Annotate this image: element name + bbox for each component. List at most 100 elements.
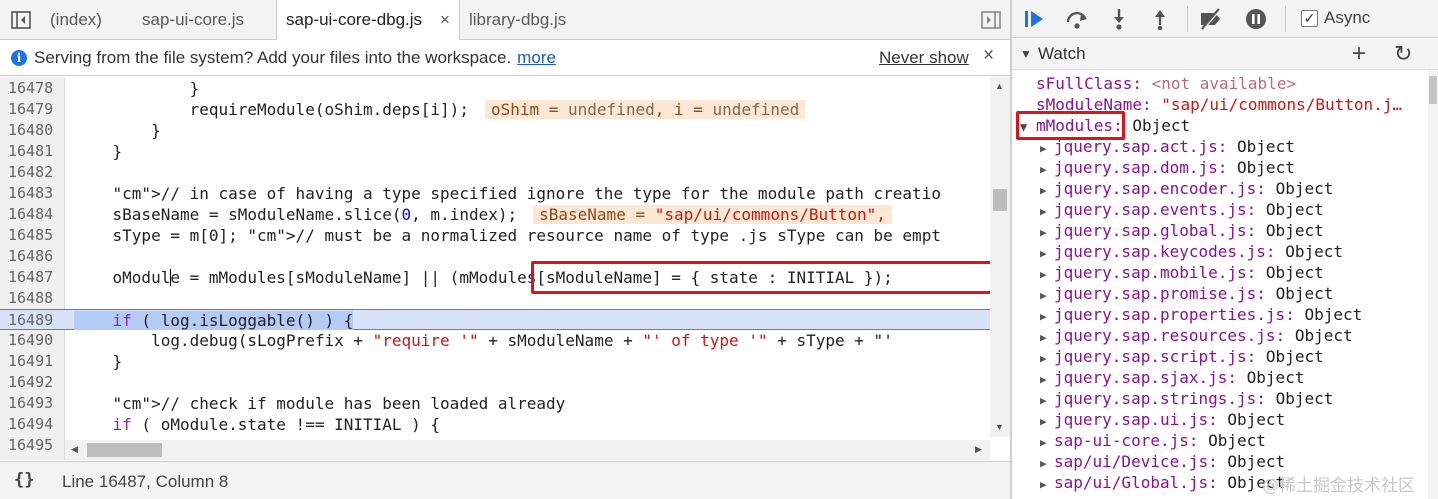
line-number[interactable]: 16486	[8, 246, 62, 267]
watch-scrollbar[interactable]	[1428, 70, 1438, 499]
watch-child[interactable]: ▶ sap/ui/Global.js: Object	[1040, 472, 1285, 493]
close-infobar-icon[interactable]: ×	[983, 45, 994, 67]
pretty-print-icon[interactable]: {}	[14, 470, 34, 490]
code-line[interactable]: 16483 "cm">// in case of having a type s…	[0, 183, 990, 204]
watch-child[interactable]: ▶ jquery.sap.properties.js: Object	[1040, 304, 1362, 325]
code-line[interactable]: 16485 sType = m[0]; "cm">// must be a no…	[0, 225, 990, 246]
expand-triangle-icon[interactable]: ▶	[1040, 285, 1054, 306]
expand-triangle-icon[interactable]: ▶	[1040, 453, 1054, 474]
expand-triangle-icon[interactable]: ▶	[1040, 432, 1054, 453]
expand-triangle-icon[interactable]: ▶	[1040, 306, 1054, 327]
never-show-link[interactable]: Never show	[879, 48, 969, 68]
code-line[interactable]: 16481 }	[0, 141, 990, 162]
line-number[interactable]: 16487	[8, 267, 62, 288]
code-line[interactable]: 16489 if ( log.isLoggable() ) {	[0, 309, 990, 330]
scroll-left-icon[interactable]: ◀	[71, 444, 78, 455]
toggle-navigator-icon[interactable]	[10, 9, 32, 31]
scroll-up-icon[interactable]: ▲	[995, 81, 1004, 91]
code-line[interactable]: 16484 sBaseName = sModuleName.slice(0, m…	[0, 204, 990, 225]
scroll-down-icon[interactable]: ▼	[995, 422, 1004, 432]
expand-triangle-icon[interactable]: ▶	[1040, 474, 1054, 495]
tab-library-dbg[interactable]: library-dbg.js	[469, 0, 566, 40]
watch-child[interactable]: ▶ jquery.sap.keycodes.js: Object	[1040, 241, 1343, 262]
editor-horizontal-scrollbar[interactable]: ◀ ▶	[65, 440, 990, 460]
pause-on-exceptions-icon[interactable]	[1243, 7, 1269, 31]
line-number[interactable]: 16480	[8, 120, 62, 141]
tab-sap-ui-core-dbg[interactable]: sap-ui-core-dbg.js ×	[276, 0, 460, 41]
editor-vertical-scrollbar[interactable]: ▲ ▼	[990, 77, 1010, 437]
line-number[interactable]: 16493	[8, 393, 62, 414]
line-number[interactable]: 16484	[8, 204, 62, 225]
watch-entry[interactable]: sFullClass: <not available>	[1036, 73, 1296, 94]
scroll-right-icon[interactable]: ▶	[975, 444, 982, 455]
code-line[interactable]: 16490 log.debug(sLogPrefix + "require '"…	[0, 330, 990, 351]
line-number[interactable]: 16482	[8, 162, 62, 183]
watch-child[interactable]: ▶ jquery.sap.act.js: Object	[1040, 136, 1295, 157]
watch-child[interactable]: ▶ sap/ui/Device.js: Object	[1040, 451, 1285, 472]
code-line[interactable]: 16487 oModule = mModules[sModuleName] ||…	[0, 261, 994, 294]
tab-sap-ui-core[interactable]: sap-ui-core.js	[142, 0, 244, 40]
expand-triangle-icon[interactable]: ▶	[1040, 180, 1054, 201]
line-number[interactable]: 16483	[8, 183, 62, 204]
more-link[interactable]: more	[517, 48, 556, 67]
code-line[interactable]: 16482	[0, 162, 990, 183]
watch-child[interactable]: ▶ jquery.sap.encoder.js: Object	[1040, 178, 1333, 199]
code-line[interactable]: 16480 }	[0, 120, 990, 141]
expand-triangle-icon[interactable]: ▶	[1040, 222, 1054, 243]
scroll-thumb-horizontal[interactable]	[87, 443, 162, 457]
watch-child[interactable]: ▶ jquery.sap.mobile.js: Object	[1040, 262, 1324, 283]
collapse-watch-icon[interactable]: ▼	[1020, 47, 1032, 61]
line-number[interactable]: 16479	[8, 99, 62, 120]
async-checkbox[interactable]: ✓	[1301, 10, 1318, 27]
resume-icon[interactable]	[1022, 7, 1048, 31]
expand-triangle-icon[interactable]: ▶	[1040, 264, 1054, 285]
line-number[interactable]: 16492	[8, 372, 62, 393]
deactivate-breakpoints-icon[interactable]	[1198, 7, 1224, 31]
line-number[interactable]: 16495	[8, 435, 62, 456]
watch-child[interactable]: ▶ jquery.sap.dom.js: Object	[1040, 157, 1295, 178]
line-number[interactable]: 16490	[8, 330, 62, 351]
watch-child[interactable]: ▶ jquery.sap.resources.js: Object	[1040, 325, 1353, 346]
watch-child[interactable]: ▶ sap-ui-core.js: Object	[1040, 430, 1266, 451]
expand-triangle-icon[interactable]: ▶	[1040, 327, 1054, 348]
refresh-watch-icon[interactable]: ↻	[1394, 41, 1412, 67]
line-number[interactable]: 16488	[8, 288, 62, 309]
code-line[interactable]: 16491 }	[0, 351, 990, 372]
expand-triangle-icon[interactable]: ▶	[1040, 390, 1054, 411]
close-tab-icon[interactable]: ×	[440, 0, 450, 40]
line-number[interactable]: 16481	[8, 141, 62, 162]
code-line[interactable]: 16488	[0, 288, 990, 309]
watch-child[interactable]: ▶ jquery.sap.global.js: Object	[1040, 220, 1324, 241]
code-editor[interactable]: 16478 } 16479 requireModule(oShim.deps[i]…	[0, 77, 1010, 460]
step-over-icon[interactable]	[1064, 7, 1090, 31]
code-line[interactable]: 16494 if ( oModule.state !== INITIAL ) {	[0, 414, 990, 435]
watch-child[interactable]: ▶ jquery.sap.promise.js: Object	[1040, 283, 1333, 304]
code-line[interactable]: 16492	[0, 372, 990, 393]
add-watch-icon[interactable]: +	[1352, 40, 1366, 68]
code-line[interactable]: 16493 "cm">// check if module has been l…	[0, 393, 990, 414]
expand-triangle-icon[interactable]: ▶	[1040, 138, 1054, 159]
tab-index[interactable]: (index)	[50, 0, 102, 40]
expand-triangle-icon[interactable]: ▶	[1040, 243, 1054, 264]
line-number[interactable]: 16478	[8, 78, 62, 99]
watch-child[interactable]: ▶ jquery.sap.events.js: Object	[1040, 199, 1324, 220]
code-line[interactable]: 16479 requireModule(oShim.deps[i]); oShim…	[0, 99, 990, 120]
code-line[interactable]: 16478 }	[0, 78, 990, 99]
expand-triangle-icon[interactable]: ▶	[1040, 159, 1054, 180]
toggle-debugger-icon[interactable]	[980, 9, 1002, 31]
expand-triangle-icon[interactable]: ▶	[1040, 411, 1054, 432]
step-out-icon[interactable]	[1147, 7, 1173, 31]
line-number[interactable]: 16485	[8, 225, 62, 246]
expand-triangle-icon[interactable]: ▶	[1040, 369, 1054, 390]
watch-child[interactable]: ▶ jquery.sap.ui.js: Object	[1040, 409, 1285, 430]
expand-triangle-icon[interactable]: ▶	[1040, 348, 1054, 369]
step-into-icon[interactable]	[1106, 7, 1132, 31]
watch-child[interactable]: ▶ jquery.sap.script.js: Object	[1040, 346, 1324, 367]
line-number[interactable]: 16491	[8, 351, 62, 372]
scroll-thumb[interactable]	[993, 189, 1007, 211]
watch-child[interactable]: ▶ jquery.sap.sjax.js: Object	[1040, 367, 1304, 388]
watch-child[interactable]: ▶ jquery.sap.strings.js: Object	[1040, 388, 1333, 409]
watch-scroll-thumb[interactable]	[1429, 76, 1437, 104]
line-number[interactable]: 16489	[8, 310, 62, 331]
line-number[interactable]: 16494	[8, 414, 62, 435]
